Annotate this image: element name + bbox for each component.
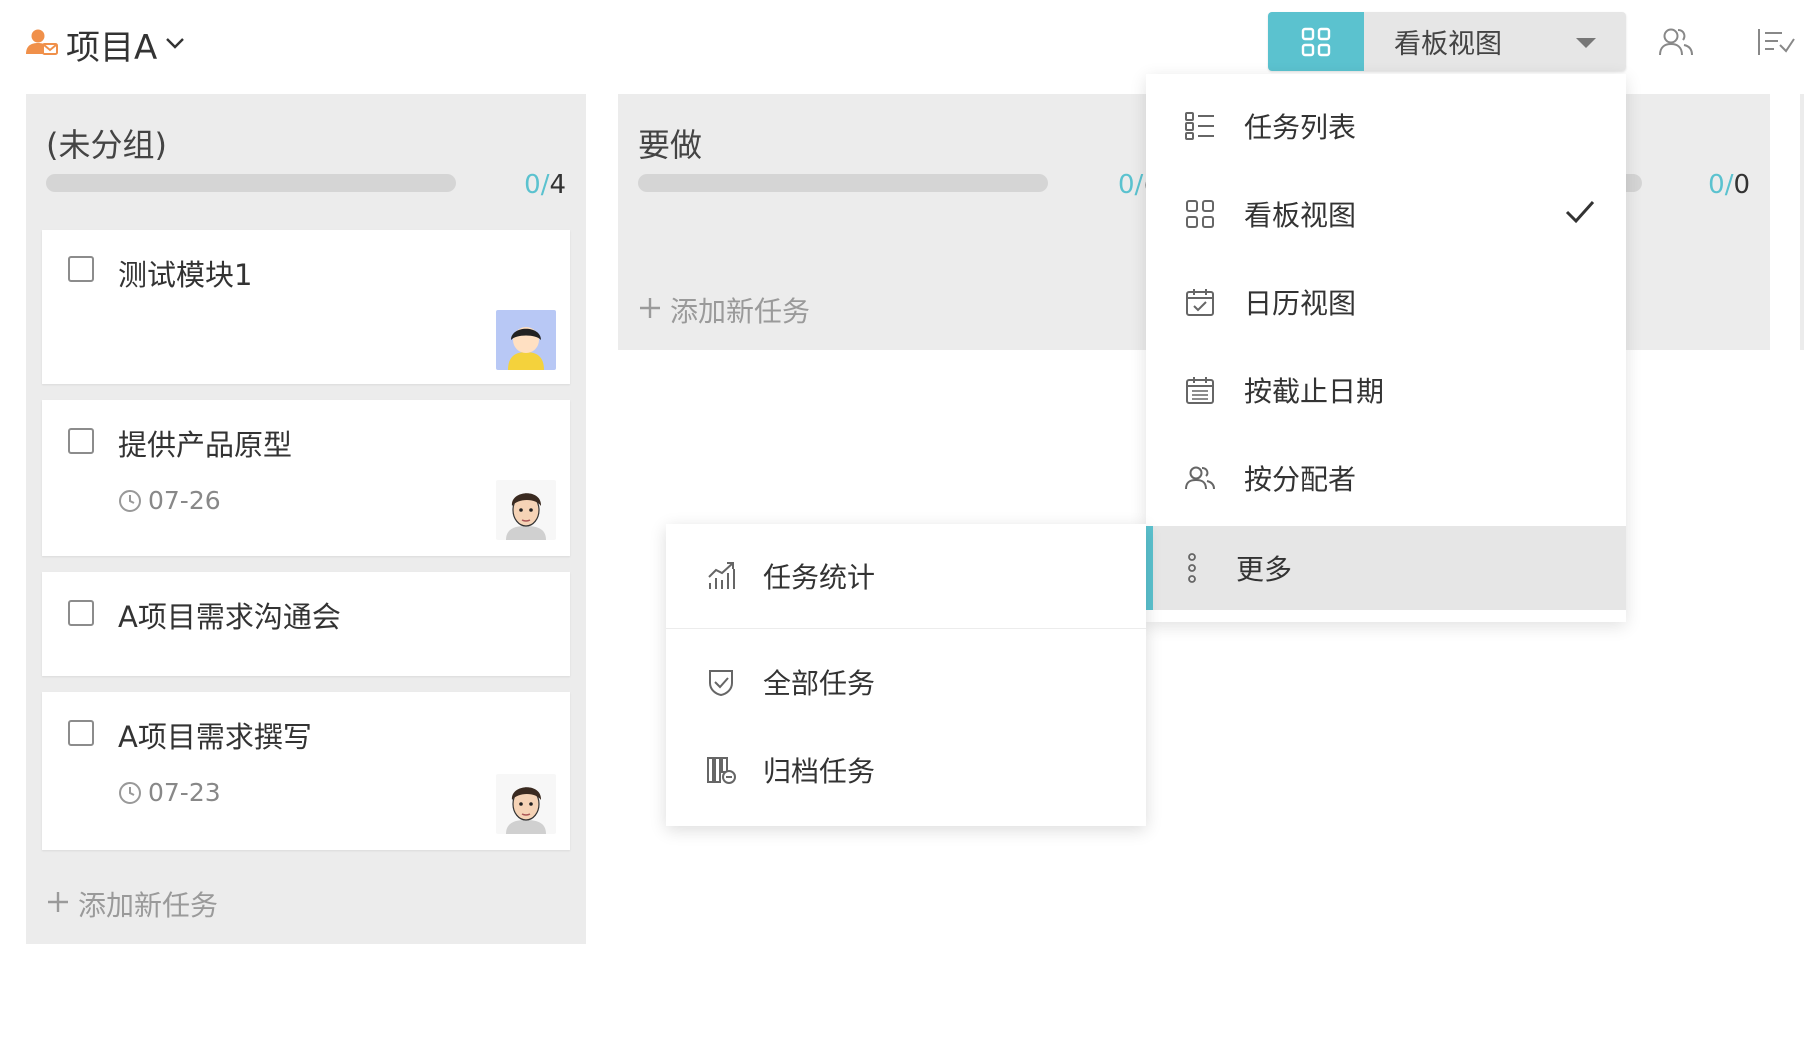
menu-item-label: 按分配者: [1244, 463, 1357, 496]
task-card[interactable]: A项目需求沟通会: [42, 572, 570, 676]
filter-sort-icon[interactable]: [1754, 22, 1798, 62]
assignee-avatar[interactable]: [496, 480, 556, 540]
due-date-icon: [1184, 374, 1216, 406]
members-icon[interactable]: [1656, 22, 1696, 62]
menu-item-calendar-view[interactable]: 日历视图: [1146, 262, 1626, 342]
menu-item-board-view[interactable]: 看板视图: [1146, 174, 1626, 254]
task-checkbox[interactable]: [68, 256, 94, 282]
column-4-edge: [1800, 94, 1804, 350]
task-checkbox[interactable]: [68, 428, 94, 454]
assignee-avatar[interactable]: [496, 310, 556, 370]
view-selector-dropdown[interactable]: 看板视图: [1364, 12, 1626, 71]
task-due-date-text: 07-23: [148, 778, 221, 807]
column-title: (未分组): [46, 126, 167, 164]
column-task-count: 0/4: [524, 170, 566, 200]
add-task-button[interactable]: 添加新任务: [638, 290, 810, 330]
menu-item-by-assignee[interactable]: 按分配者: [1146, 438, 1626, 518]
menu-item-label: 更多: [1236, 553, 1293, 586]
add-task-button[interactable]: 添加新任务: [46, 884, 218, 924]
checkmark-icon: [1564, 198, 1596, 230]
add-task-label: 添加新任务: [78, 889, 219, 922]
task-title: 提供产品原型: [118, 428, 293, 462]
menu-item-label: 日历视图: [1244, 287, 1357, 320]
assignee-icon: [1184, 462, 1216, 494]
column-progress-bar: [46, 174, 456, 192]
task-card[interactable]: 提供产品原型 07-26: [42, 400, 570, 556]
active-indicator: [1146, 526, 1153, 610]
menu-item-task-list[interactable]: 任务列表: [1146, 86, 1626, 166]
task-title: A项目需求撰写: [118, 720, 312, 754]
add-task-label: 添加新任务: [670, 295, 811, 328]
board-view-icon[interactable]: [1268, 12, 1364, 71]
menu-item-label: 按截止日期: [1244, 375, 1385, 408]
menu-item-label: 看板视图: [1244, 199, 1357, 232]
menu-item-label: 任务统计: [763, 561, 876, 594]
chevron-down-icon: [165, 35, 185, 54]
clock-icon: [119, 781, 141, 804]
list-icon: [1184, 110, 1216, 142]
calendar-icon: [1184, 286, 1216, 318]
column-title: 要做: [638, 126, 703, 164]
task-title: 测试模块1: [118, 258, 253, 292]
task-due-date: 07-23: [118, 778, 221, 807]
plus-icon: [46, 888, 70, 921]
project-name: 项目A: [66, 27, 158, 68]
menu-item-more[interactable]: 更多: [1146, 526, 1626, 610]
column-task-count: 0/0: [1708, 170, 1750, 200]
view-dropdown-menu: 任务列表 看板视图 日历视图 按截止日期 按分配者 更多: [1146, 74, 1626, 622]
project-user-icon: [26, 28, 58, 60]
assignee-avatar[interactable]: [496, 774, 556, 834]
menu-item-label: 归档任务: [763, 755, 876, 788]
view-switcher[interactable]: 看板视图: [1268, 12, 1626, 71]
task-checkbox[interactable]: [68, 720, 94, 746]
clock-icon: [119, 489, 141, 512]
task-title: A项目需求沟通会: [118, 600, 341, 634]
task-due-date-text: 07-26: [148, 486, 221, 515]
more-submenu: 任务统计 全部任务 归档任务: [666, 524, 1146, 826]
task-checkbox[interactable]: [68, 600, 94, 626]
column-todo: 要做 0/( 添加新任务: [618, 94, 1153, 350]
task-due-date: 07-26: [118, 486, 221, 515]
menu-item-task-stats[interactable]: 任务统计: [666, 532, 1146, 620]
menu-item-label: 任务列表: [1244, 111, 1357, 144]
archive-icon: [704, 753, 738, 787]
task-card[interactable]: A项目需求撰写 07-23: [42, 692, 570, 850]
more-vertical-icon: [1176, 552, 1208, 584]
view-selector-label: 看板视图: [1394, 29, 1502, 60]
menu-item-label: 全部任务: [763, 667, 876, 700]
column-progress-bar: [638, 174, 1048, 192]
menu-item-by-due-date[interactable]: 按截止日期: [1146, 350, 1626, 430]
plus-icon: [638, 294, 662, 327]
menu-item-archived-tasks[interactable]: 归档任务: [666, 726, 1146, 814]
caret-down-icon: [1576, 38, 1596, 48]
all-tasks-icon: [704, 665, 738, 699]
stats-icon: [704, 559, 738, 593]
board-icon: [1184, 198, 1216, 230]
project-selector[interactable]: 项目A: [26, 18, 185, 70]
menu-divider: [666, 628, 1146, 629]
menu-item-all-tasks[interactable]: 全部任务: [666, 638, 1146, 726]
task-card[interactable]: 测试模块1: [42, 230, 570, 384]
